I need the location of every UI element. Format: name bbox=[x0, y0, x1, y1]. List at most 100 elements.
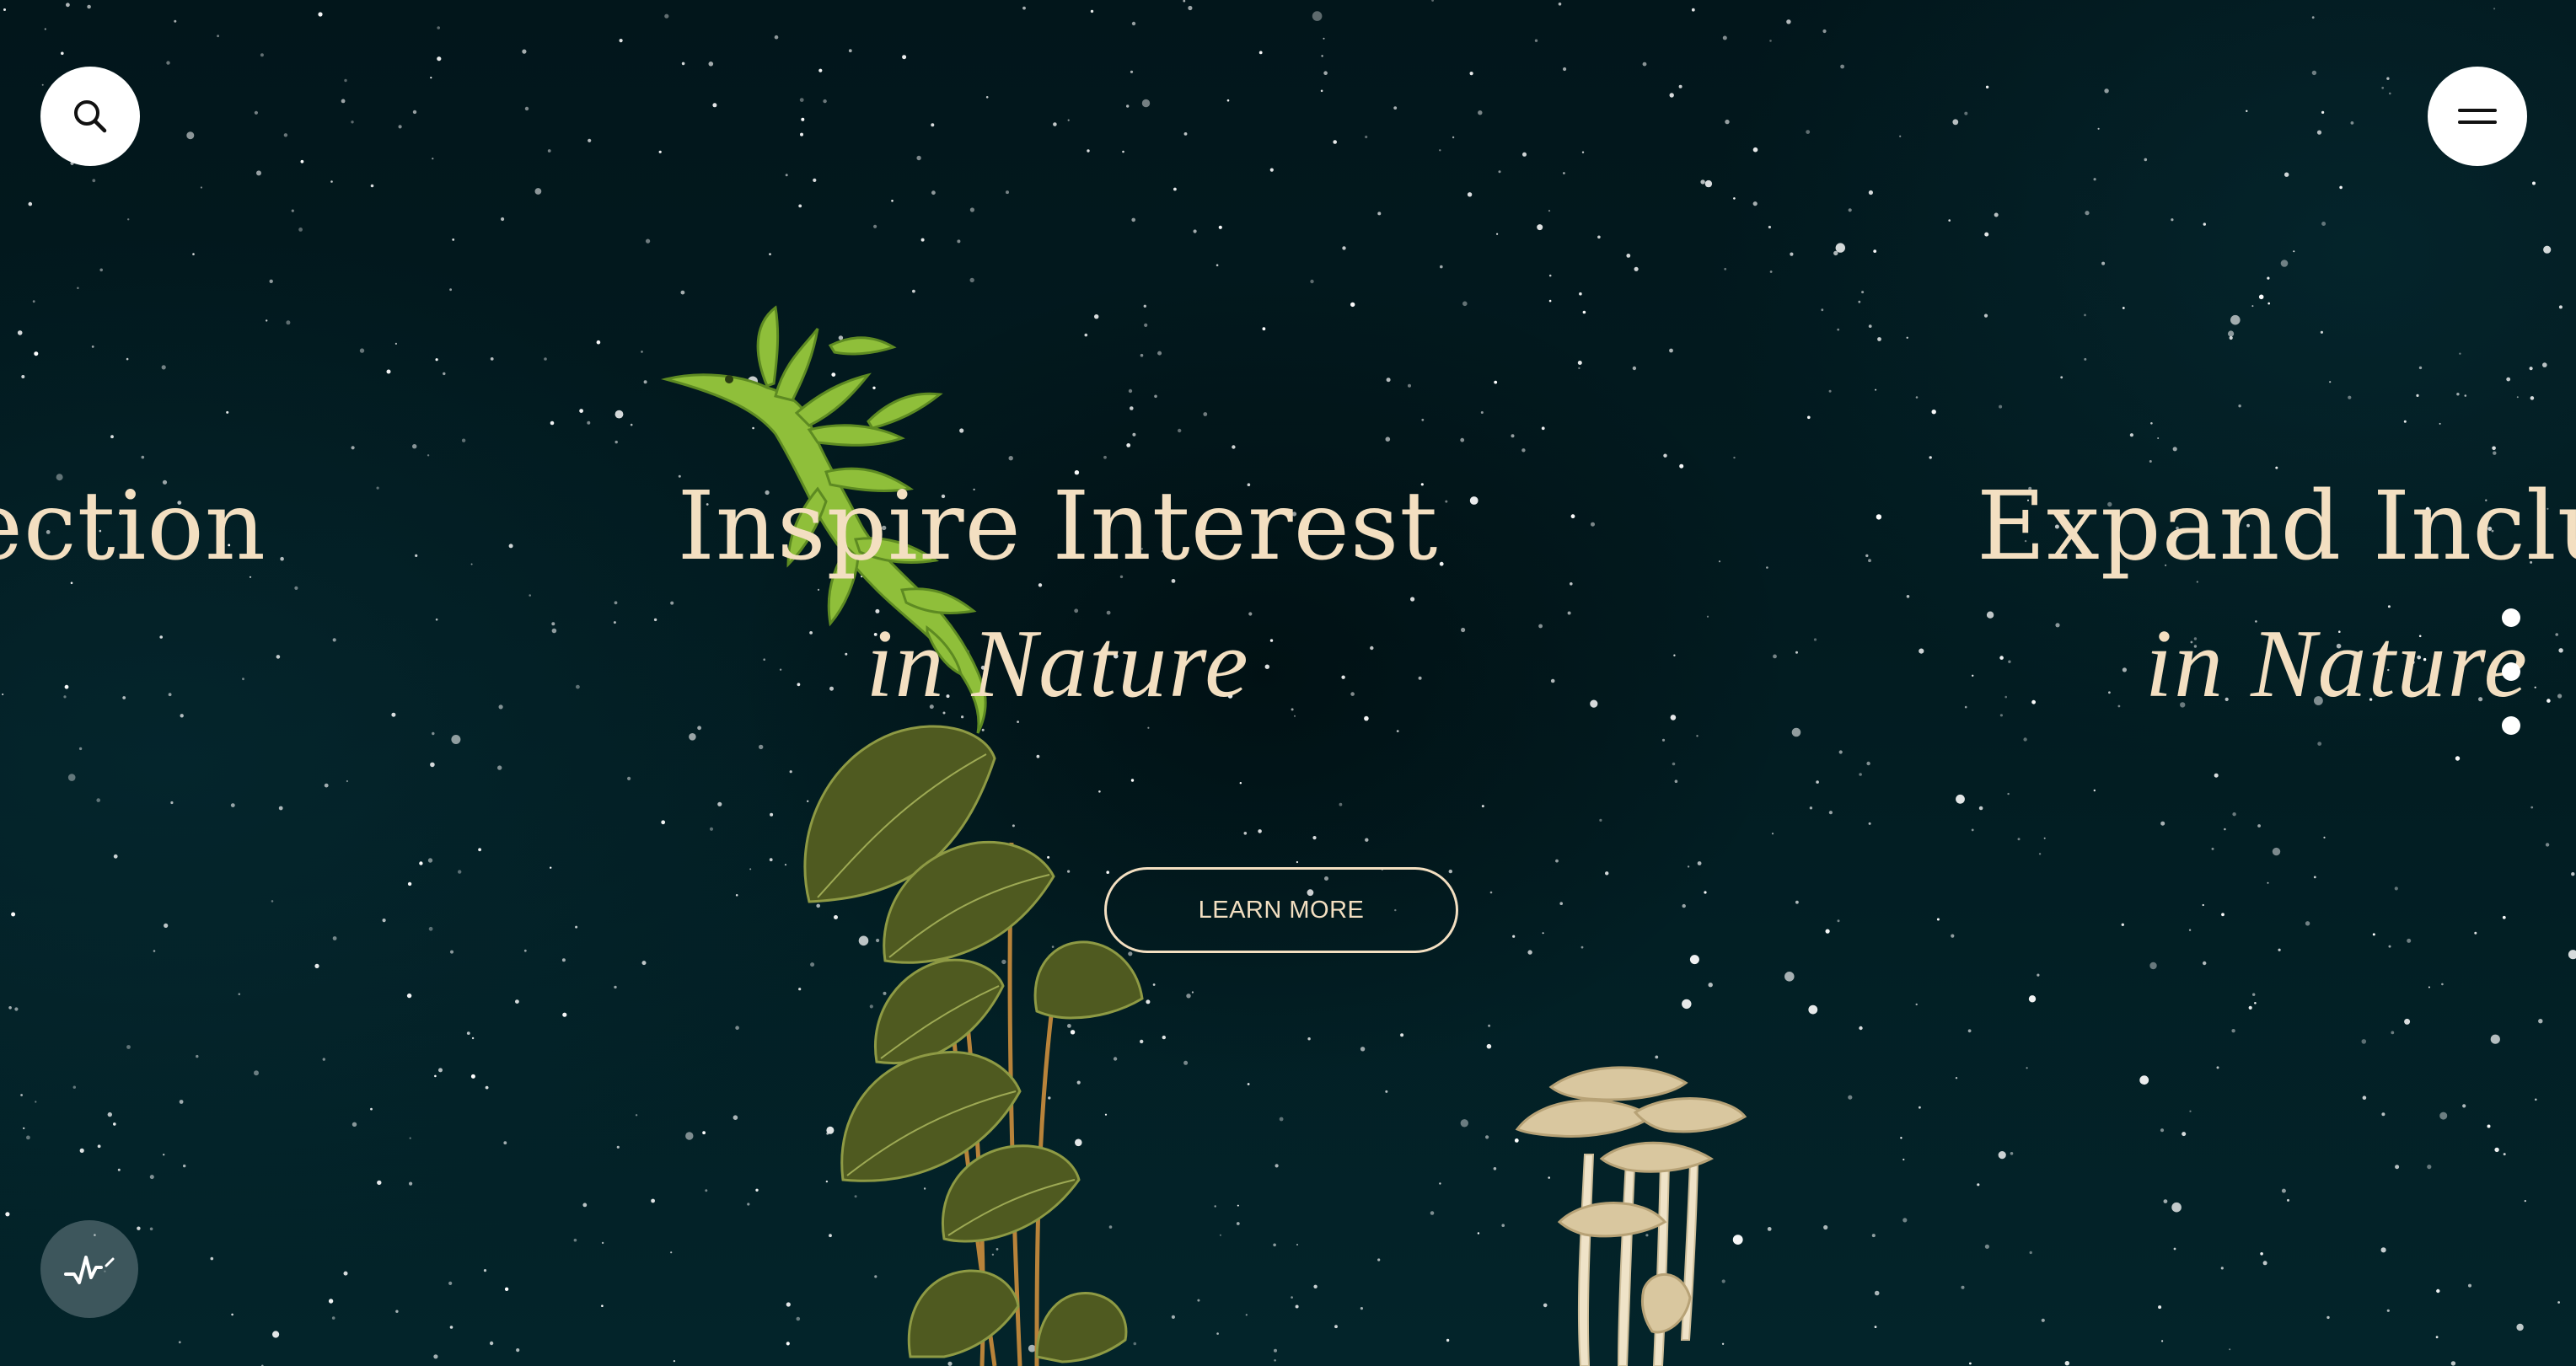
audio-toggle-button[interactable] bbox=[40, 1220, 138, 1318]
star bbox=[2010, 1152, 2014, 1155]
star bbox=[1691, 8, 1695, 12]
learn-more-button[interactable]: LEARN MORE bbox=[1104, 867, 1458, 953]
star bbox=[1902, 1218, 1908, 1223]
star bbox=[501, 217, 505, 222]
slide-dot-2[interactable] bbox=[2502, 662, 2520, 681]
star bbox=[2084, 357, 2087, 361]
star bbox=[1197, 1299, 1200, 1302]
star bbox=[561, 958, 566, 962]
star bbox=[1577, 361, 1582, 365]
star bbox=[1599, 818, 1602, 822]
star bbox=[2388, 945, 2391, 948]
star bbox=[579, 409, 583, 413]
star bbox=[2172, 447, 2177, 452]
menu-button[interactable] bbox=[2428, 67, 2527, 166]
star bbox=[2407, 938, 2412, 943]
star bbox=[2211, 847, 2214, 850]
star bbox=[183, 1164, 186, 1168]
search-button[interactable] bbox=[40, 67, 140, 166]
star bbox=[1511, 434, 1515, 438]
star bbox=[614, 601, 618, 605]
slide-dot-3[interactable] bbox=[2502, 716, 2520, 735]
star bbox=[170, 801, 174, 805]
star bbox=[1478, 110, 1483, 115]
star bbox=[1955, 1077, 1958, 1079]
star bbox=[2160, 821, 2165, 826]
star bbox=[96, 798, 100, 802]
star bbox=[370, 1107, 373, 1111]
mushroom-illustration bbox=[1515, 1066, 1747, 1366]
slide-dot-1[interactable] bbox=[2502, 608, 2520, 627]
star bbox=[1704, 179, 1713, 188]
star bbox=[2203, 222, 2206, 226]
star bbox=[2381, 86, 2385, 89]
star bbox=[1791, 727, 1801, 737]
star bbox=[346, 779, 348, 783]
star bbox=[77, 287, 79, 290]
star bbox=[1274, 1359, 1276, 1362]
star bbox=[1128, 388, 1133, 394]
next-slide-subtitle: in Nature bbox=[2144, 610, 2529, 718]
star bbox=[1873, 249, 1877, 253]
star bbox=[2320, 330, 2323, 334]
star bbox=[2171, 218, 2174, 222]
star bbox=[41, 83, 44, 86]
star bbox=[1999, 404, 2003, 409]
star bbox=[322, 1058, 325, 1061]
star bbox=[1961, 1285, 1965, 1289]
star bbox=[769, 253, 771, 255]
star bbox=[79, 1148, 84, 1153]
star bbox=[196, 1054, 199, 1058]
star bbox=[1548, 274, 1552, 277]
star bbox=[2516, 396, 2519, 399]
star bbox=[1642, 62, 1647, 67]
star bbox=[437, 56, 442, 62]
star bbox=[324, 783, 329, 788]
star bbox=[2493, 451, 2497, 455]
star bbox=[1663, 453, 1667, 458]
star bbox=[573, 1238, 577, 1242]
star bbox=[801, 117, 805, 121]
star bbox=[97, 1144, 101, 1149]
star bbox=[1191, 991, 1194, 994]
star bbox=[504, 1287, 509, 1292]
star bbox=[1360, 1047, 1366, 1052]
star bbox=[1833, 250, 1838, 256]
star bbox=[443, 372, 446, 376]
star bbox=[1245, 1314, 1248, 1316]
star bbox=[1296, 1244, 1298, 1245]
current-slide-title: Inspire Interest bbox=[677, 472, 1439, 581]
star bbox=[2231, 1029, 2235, 1033]
star bbox=[1541, 426, 1545, 431]
star bbox=[1365, 838, 1369, 842]
star bbox=[1752, 147, 1758, 153]
star bbox=[427, 858, 433, 863]
star bbox=[641, 961, 647, 966]
star bbox=[1157, 351, 1162, 356]
star bbox=[2557, 1301, 2561, 1304]
star bbox=[163, 1154, 165, 1156]
star bbox=[20, 1094, 23, 1096]
star bbox=[1828, 811, 1833, 815]
star bbox=[448, 1281, 453, 1285]
star bbox=[1386, 378, 1391, 383]
star bbox=[466, 1031, 470, 1035]
star bbox=[428, 926, 433, 931]
star bbox=[2272, 847, 2281, 856]
star bbox=[1808, 1004, 1818, 1015]
star bbox=[800, 132, 803, 137]
star bbox=[137, 1226, 141, 1230]
star bbox=[651, 1198, 655, 1203]
star bbox=[1262, 327, 1266, 331]
star bbox=[616, 1145, 620, 1149]
star bbox=[902, 55, 907, 60]
star bbox=[774, 35, 779, 40]
star bbox=[1295, 1304, 1299, 1309]
star bbox=[2487, 1124, 2491, 1128]
star bbox=[619, 39, 623, 43]
star bbox=[2251, 305, 2254, 308]
star bbox=[575, 925, 578, 929]
star bbox=[1090, 9, 1094, 13]
star bbox=[2267, 276, 2270, 280]
star bbox=[483, 1269, 487, 1272]
